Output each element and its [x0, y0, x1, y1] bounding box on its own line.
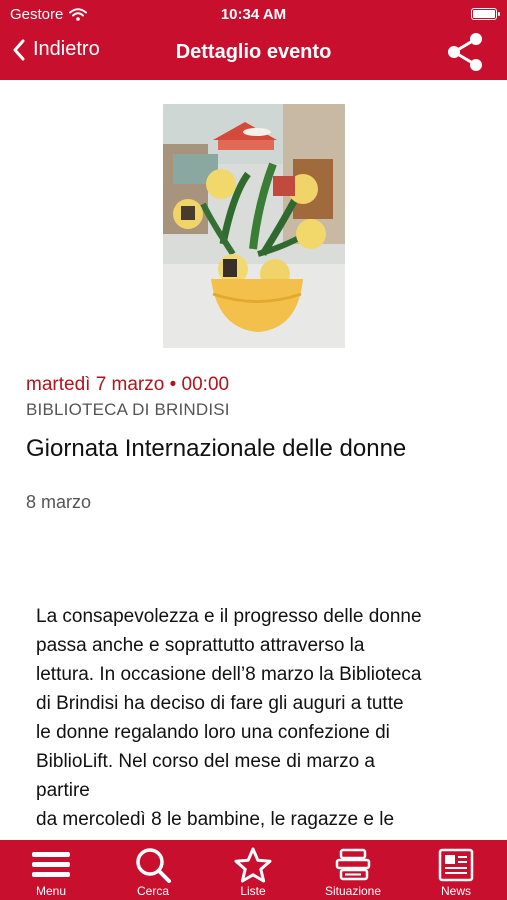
tab-label: Liste	[240, 884, 266, 898]
event-date: martedì 7 marzo • 00:00	[26, 374, 230, 395]
search-icon	[136, 848, 171, 883]
tab-label: Cerca	[136, 884, 169, 898]
description-line: passa anche e soprattutto attraverso la	[36, 635, 365, 656]
newspaper-icon	[438, 848, 474, 882]
tab-news[interactable]: News	[416, 840, 496, 900]
description-line: da mercoledì 8 le bambine, le ragazze e …	[36, 809, 395, 830]
share-icon	[448, 33, 482, 71]
description-line: La consapevolezza e il progresso delle d…	[36, 606, 422, 627]
tab-menu[interactable]: Menu	[11, 840, 91, 900]
tab-lists[interactable]: Liste	[213, 840, 293, 900]
battery-icon	[471, 8, 500, 20]
page-title: Dettaglio evento	[175, 41, 332, 63]
description-line: lettura. In occasione dell’8 marzo la Bi…	[36, 664, 422, 685]
tab-status[interactable]: Situazione	[313, 840, 393, 900]
tab-label: News	[440, 884, 471, 898]
event-description: La consapevolezza e il progresso delle d…	[36, 602, 476, 834]
star-icon	[234, 847, 272, 883]
status-bar: Gestore 10:34 AM	[0, 0, 507, 30]
description-line: di Brindisi ha deciso di fare gli auguri…	[36, 693, 404, 714]
event-image	[163, 104, 345, 348]
description-line: BiblioLift. Nel corso del mese di marzo …	[36, 751, 375, 772]
tab-search[interactable]: Cerca	[113, 840, 193, 900]
event-subtitle: 8 marzo	[26, 492, 92, 512]
books-stack-icon	[335, 848, 371, 881]
event-title: Giornata Internazionale delle donne	[26, 435, 407, 462]
header-bar: Gestore 10:34 AM Indietro Dettaglio even…	[0, 0, 507, 80]
tab-bar: Menu Cerca Liste Situazione News	[0, 840, 507, 900]
clock: 10:34 AM	[220, 6, 287, 23]
description-line: partire	[36, 780, 90, 801]
event-venue: BIBLIOTECA DI BRINDISI	[26, 400, 230, 419]
nav-bar: Indietro Dettaglio evento	[0, 30, 507, 78]
description-line: le donne regalando loro una confezione d…	[36, 722, 390, 743]
tab-label: Situazione	[324, 884, 382, 898]
menu-icon	[32, 852, 70, 877]
tab-label: Menu	[35, 884, 67, 898]
event-detail: martedì 7 marzo • 00:00 BIBLIOTECA DI BR…	[0, 80, 507, 840]
share-button[interactable]	[445, 30, 485, 79]
